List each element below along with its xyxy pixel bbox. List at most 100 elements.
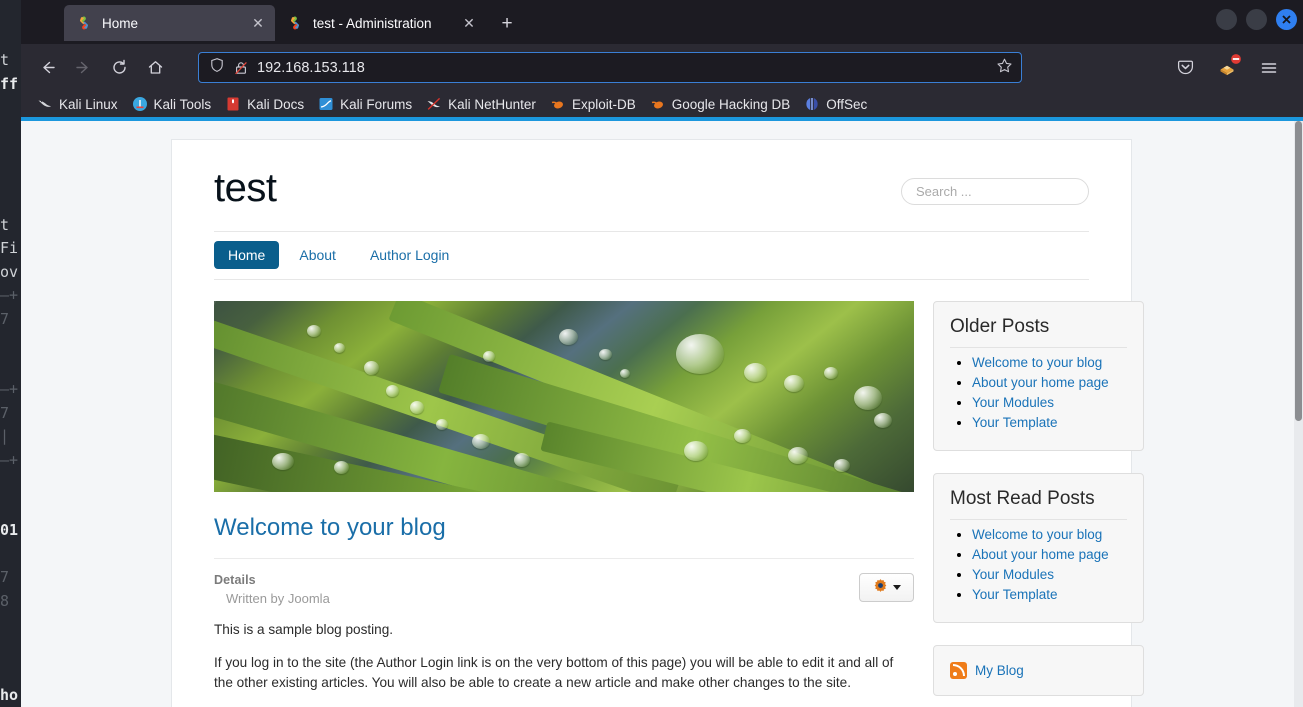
back-icon[interactable] xyxy=(31,52,63,84)
minimize-button[interactable] xyxy=(1216,9,1237,30)
bookmark-exploit-db[interactable]: Exploit-DB xyxy=(543,93,643,115)
list-item: Your Modules xyxy=(972,394,1127,412)
list-item: Your Template xyxy=(972,414,1127,432)
bookmark-offsec[interactable]: OffSec xyxy=(797,93,874,115)
star-icon[interactable] xyxy=(996,57,1013,79)
bookmark-label: Kali NetHunter xyxy=(448,97,536,112)
site-header: test xyxy=(172,140,1131,210)
article-author: Written by Joomla xyxy=(214,591,859,606)
kali-nethunter-icon xyxy=(426,96,442,112)
bookmark-label: Kali Forums xyxy=(340,97,412,112)
module-title: Most Read Posts xyxy=(950,488,1127,520)
close-icon xyxy=(1281,14,1292,25)
module-title: Older Posts xyxy=(950,316,1127,348)
nav-item-home[interactable]: Home xyxy=(214,241,279,269)
nav-item-about[interactable]: About xyxy=(285,241,350,269)
module-list: Welcome to your blog About your home pag… xyxy=(950,354,1127,432)
search-input[interactable] xyxy=(901,178,1089,205)
joomla-favicon-icon xyxy=(76,15,92,31)
tab-title: test - Administration xyxy=(313,16,460,31)
sidebar: Older Posts Welcome to your blog About y… xyxy=(933,301,1144,707)
list-item: Your Modules xyxy=(972,566,1127,584)
feed-row[interactable]: My Blog xyxy=(950,662,1127,679)
bookmark-label: Exploit-DB xyxy=(572,97,636,112)
rss-icon xyxy=(950,662,967,679)
tab-strip: Home ✕ test - Administration ✕ + xyxy=(21,0,1303,44)
article-paragraph: If you log in to the site (the Author Lo… xyxy=(214,653,914,692)
module-list: Welcome to your blog About your home pag… xyxy=(950,526,1127,604)
home-icon[interactable] xyxy=(139,52,171,84)
list-item: About your home page xyxy=(972,374,1127,392)
feed-link[interactable]: My Blog xyxy=(975,663,1024,678)
kali-tools-icon xyxy=(132,96,148,112)
bookmark-label: Kali Linux xyxy=(59,97,118,112)
module-link[interactable]: About your home page xyxy=(972,375,1109,390)
bookmark-label: Google Hacking DB xyxy=(672,97,791,112)
close-button[interactable] xyxy=(1276,9,1297,30)
bookmarks-bar: Kali Linux Kali Tools Kali Docs Kali For… xyxy=(21,91,1303,117)
offsec-icon xyxy=(804,96,820,112)
google-hacking-db-icon xyxy=(650,96,666,112)
forward-icon[interactable] xyxy=(67,52,99,84)
article-hero-image xyxy=(214,301,914,492)
maximize-button[interactable] xyxy=(1246,9,1267,30)
bookmark-kali-tools[interactable]: Kali Tools xyxy=(125,93,219,115)
bookmark-kali-forums[interactable]: Kali Forums xyxy=(311,93,419,115)
module-link[interactable]: Your Modules xyxy=(972,567,1054,582)
nav-item-author-login[interactable]: Author Login xyxy=(356,241,463,269)
joomla-favicon-icon xyxy=(287,15,303,31)
scrollbar-thumb[interactable] xyxy=(1295,121,1302,421)
shield-icon[interactable] xyxy=(209,57,225,78)
url-bar[interactable]: 192.168.153.118 xyxy=(198,52,1022,83)
page-scrollbar[interactable] xyxy=(1294,121,1303,707)
bookmark-label: Kali Docs xyxy=(247,97,304,112)
browser-tab-administration[interactable]: test - Administration ✕ xyxy=(275,5,486,41)
article-actions-dropdown[interactable] xyxy=(859,573,914,602)
kali-forums-icon xyxy=(318,96,334,112)
module-link[interactable]: Welcome to your blog xyxy=(972,527,1102,542)
bookmark-kali-linux[interactable]: Kali Linux xyxy=(30,93,125,115)
module-syndication-feed: My Blog xyxy=(933,645,1144,696)
bookmark-google-hacking-db[interactable]: Google Hacking DB xyxy=(643,93,798,115)
list-item: Welcome to your blog xyxy=(972,526,1127,544)
site-container: test Home About Author Login xyxy=(171,139,1132,707)
module-link[interactable]: Welcome to your blog xyxy=(972,355,1102,370)
lock-crossed-icon[interactable] xyxy=(233,60,249,76)
exploit-db-icon xyxy=(550,96,566,112)
tab-title: Home xyxy=(102,16,249,31)
extension-blocked-icon[interactable] xyxy=(1211,52,1243,84)
list-item: Your Template xyxy=(972,586,1127,604)
list-item: Welcome to your blog xyxy=(972,354,1127,372)
module-link[interactable]: Your Modules xyxy=(972,395,1054,410)
details-label: Details xyxy=(214,573,859,587)
hamburger-menu-icon[interactable] xyxy=(1253,52,1285,84)
url-text[interactable]: 192.168.153.118 xyxy=(257,60,996,76)
tab-close-icon[interactable]: ✕ xyxy=(249,14,267,32)
new-tab-button[interactable]: + xyxy=(492,9,522,39)
page-viewport: test Home About Author Login xyxy=(21,121,1303,707)
module-most-read-posts: Most Read Posts Welcome to your blog Abo… xyxy=(933,473,1144,623)
module-link[interactable]: Your Template xyxy=(972,587,1058,602)
module-older-posts: Older Posts Welcome to your blog About y… xyxy=(933,301,1144,451)
bookmark-label: Kali Tools xyxy=(154,97,212,112)
kali-dragon-icon xyxy=(37,96,53,112)
toolbar-right-actions xyxy=(1169,52,1293,84)
article-meta-row: Details Written by Joomla xyxy=(214,559,914,606)
pocket-icon[interactable] xyxy=(1169,52,1201,84)
search-form xyxy=(901,178,1089,205)
main-navigation: Home About Author Login xyxy=(214,231,1089,280)
bookmark-kali-docs[interactable]: Kali Docs xyxy=(218,93,311,115)
article-paragraph: This is a sample blog posting. xyxy=(214,620,914,639)
window-controls xyxy=(1216,9,1297,30)
article-title[interactable]: Welcome to your blog xyxy=(214,514,914,559)
browser-tab-home[interactable]: Home ✕ xyxy=(64,5,275,41)
content-row: Welcome to your blog Details Written by … xyxy=(172,280,1131,707)
module-link[interactable]: Your Template xyxy=(972,415,1058,430)
reload-icon[interactable] xyxy=(103,52,135,84)
browser-window: Home ✕ test - Administration ✕ + xyxy=(21,0,1303,707)
module-link[interactable]: About your home page xyxy=(972,547,1109,562)
article-body: This is a sample blog posting. If you lo… xyxy=(214,606,914,707)
blocked-badge-icon xyxy=(1230,53,1242,65)
tab-close-icon[interactable]: ✕ xyxy=(460,14,478,32)
bookmark-kali-nethunter[interactable]: Kali NetHunter xyxy=(419,93,543,115)
